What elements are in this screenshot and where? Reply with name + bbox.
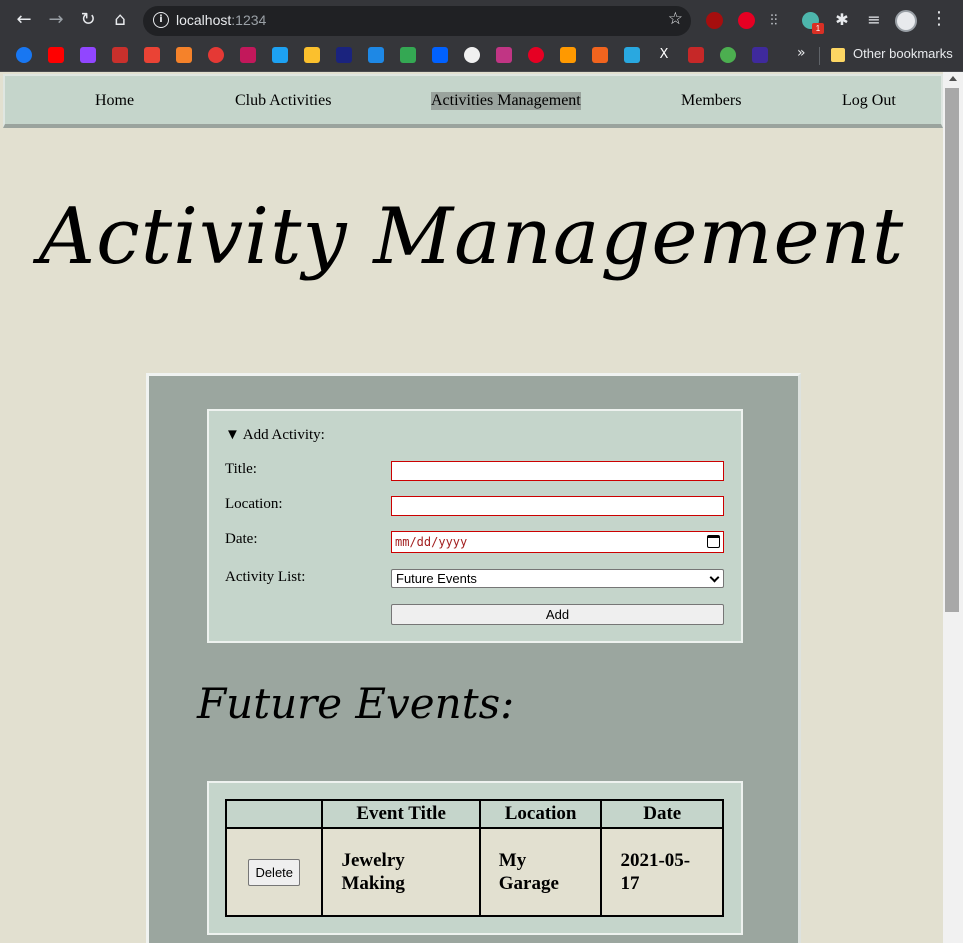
title-label: Title:: [225, 461, 257, 477]
extensions-puzzle-icon[interactable]: ✱: [830, 8, 854, 32]
extension-badge: 1: [812, 23, 824, 34]
bookmarks-divider: [819, 47, 820, 65]
reading-list-icon[interactable]: ≡: [862, 8, 886, 32]
amazon-bookmark-icon[interactable]: [560, 47, 576, 63]
weather-channel-bookmark-icon[interactable]: [336, 47, 352, 63]
add-button[interactable]: Add: [391, 604, 724, 625]
other-bookmarks[interactable]: Other bookmarks: [853, 46, 953, 61]
table-header-row: Event Title Location Date: [224, 799, 724, 829]
bookmark-icon-20[interactable]: [624, 47, 640, 63]
x-bookmark-icon[interactable]: X: [656, 47, 672, 63]
instagram-bookmark-icon[interactable]: [496, 47, 512, 63]
bookmark-icon-8[interactable]: [240, 47, 256, 63]
profile-avatar[interactable]: [895, 10, 917, 32]
pinterest-bookmark-icon[interactable]: [528, 47, 544, 63]
page-title: Activity Management: [38, 192, 905, 282]
news-bookmark-icon[interactable]: [112, 47, 128, 63]
bookmark-icon-22[interactable]: [688, 47, 704, 63]
location-label: Location:: [225, 496, 283, 512]
delete-button[interactable]: Delete: [248, 858, 301, 886]
home-icon[interactable]: ⌂: [108, 8, 132, 32]
bookmark-icon-12[interactable]: [368, 47, 384, 63]
activity-list-label: Activity List:: [225, 569, 306, 585]
bookmark-star-icon[interactable]: ☆: [668, 9, 683, 29]
title-input[interactable]: [391, 461, 724, 481]
nav-log-out[interactable]: Log Out: [842, 92, 896, 110]
header-date: Date: [600, 799, 724, 829]
site-info-icon[interactable]: i: [153, 12, 169, 28]
ublock-extension-icon[interactable]: [706, 12, 723, 29]
gmail-bookmark-icon[interactable]: [144, 47, 160, 63]
github-bookmark-icon[interactable]: [464, 47, 480, 63]
tomato-bookmark-icon[interactable]: [208, 47, 224, 63]
add-activity-form: ▼ Add Activity: Title: Location: Date: m…: [207, 409, 743, 643]
forward-arrow-icon[interactable]: →: [44, 8, 68, 32]
table-row: Delete Jewelry Making My Garage 2021-05-…: [224, 827, 724, 917]
activity-list-select[interactable]: Future Events: [391, 569, 724, 588]
date-cell: 2021-05-17: [600, 827, 724, 917]
facebook-bookmark-icon[interactable]: [16, 47, 32, 63]
bookmark-icon-6[interactable]: [176, 47, 192, 63]
url-text: localhost:1234: [176, 12, 267, 28]
nav-activities-management[interactable]: Activities Management: [431, 92, 581, 110]
nav-club-activities[interactable]: Club Activities: [235, 92, 331, 110]
back-arrow-icon[interactable]: ←: [12, 8, 36, 32]
date-label: Date:: [225, 531, 258, 547]
action-cell: Delete: [224, 827, 324, 917]
site-navbar: Home Club Activities Activities Manageme…: [3, 74, 943, 128]
date-input[interactable]: mm/dd/yyyy: [391, 531, 724, 553]
twitter-bookmark-icon[interactable]: [272, 47, 288, 63]
location-cell: My Garage: [478, 827, 603, 917]
bookmark-icon-10[interactable]: [304, 47, 320, 63]
header-location: Location: [478, 799, 603, 829]
pinterest-extension-icon[interactable]: [738, 12, 755, 29]
reload-icon[interactable]: ↻: [76, 8, 100, 32]
etsy-bookmark-icon[interactable]: [592, 47, 608, 63]
chrome-bookmark-icon[interactable]: [720, 47, 736, 63]
scroll-up-arrow-icon[interactable]: [949, 76, 957, 81]
management-panel: ▼ Add Activity: Title: Location: Date: m…: [146, 373, 801, 943]
equalizer-extension-icon[interactable]: ⫶⫶: [770, 11, 778, 29]
add-activity-summary[interactable]: ▼ Add Activity:: [225, 427, 325, 444]
page-viewport: Home Club Activities Activities Manageme…: [0, 72, 943, 943]
calendar-icon[interactable]: [707, 535, 720, 548]
more-bookmarks-icon[interactable]: »: [797, 45, 806, 61]
youtube-bookmark-icon[interactable]: [48, 47, 64, 63]
date-placeholder: mm/dd/yyyy: [395, 535, 468, 549]
folder-icon: [831, 48, 845, 62]
events-table-container: Event Title Location Date Delete Jewelry…: [207, 781, 743, 935]
browser-menu-icon[interactable]: ⋮: [930, 8, 948, 29]
browser-toolbar: ← → ↻ ⌂ i localhost:1234 ☆ ⫶⫶ 1 ✱ ≡ ⋮: [0, 0, 963, 40]
twitch-bookmark-icon[interactable]: [80, 47, 96, 63]
events-table: Event Title Location Date Delete Jewelry…: [224, 799, 724, 917]
scroll-thumb[interactable]: [945, 88, 959, 612]
activity-list-selected: Future Events: [396, 571, 477, 586]
chevron-down-icon: [709, 572, 720, 583]
dropbox-bookmark-icon[interactable]: [432, 47, 448, 63]
nav-members[interactable]: Members: [681, 92, 741, 110]
address-bar[interactable]: i localhost:1234 ☆: [143, 6, 691, 36]
header-action: [224, 799, 324, 829]
event-title-cell: Jewelry Making: [321, 827, 481, 917]
bookmark-icon-24[interactable]: [752, 47, 768, 63]
future-events-heading: Future Events:: [197, 679, 515, 728]
nav-home[interactable]: Home: [95, 92, 134, 110]
location-input[interactable]: [391, 496, 724, 516]
page-scrollbar[interactable]: [943, 72, 963, 943]
google-drive-bookmark-icon[interactable]: [400, 47, 416, 63]
bookmarks-bar: X » Other bookmarks: [0, 40, 963, 72]
header-event-title: Event Title: [321, 799, 481, 829]
